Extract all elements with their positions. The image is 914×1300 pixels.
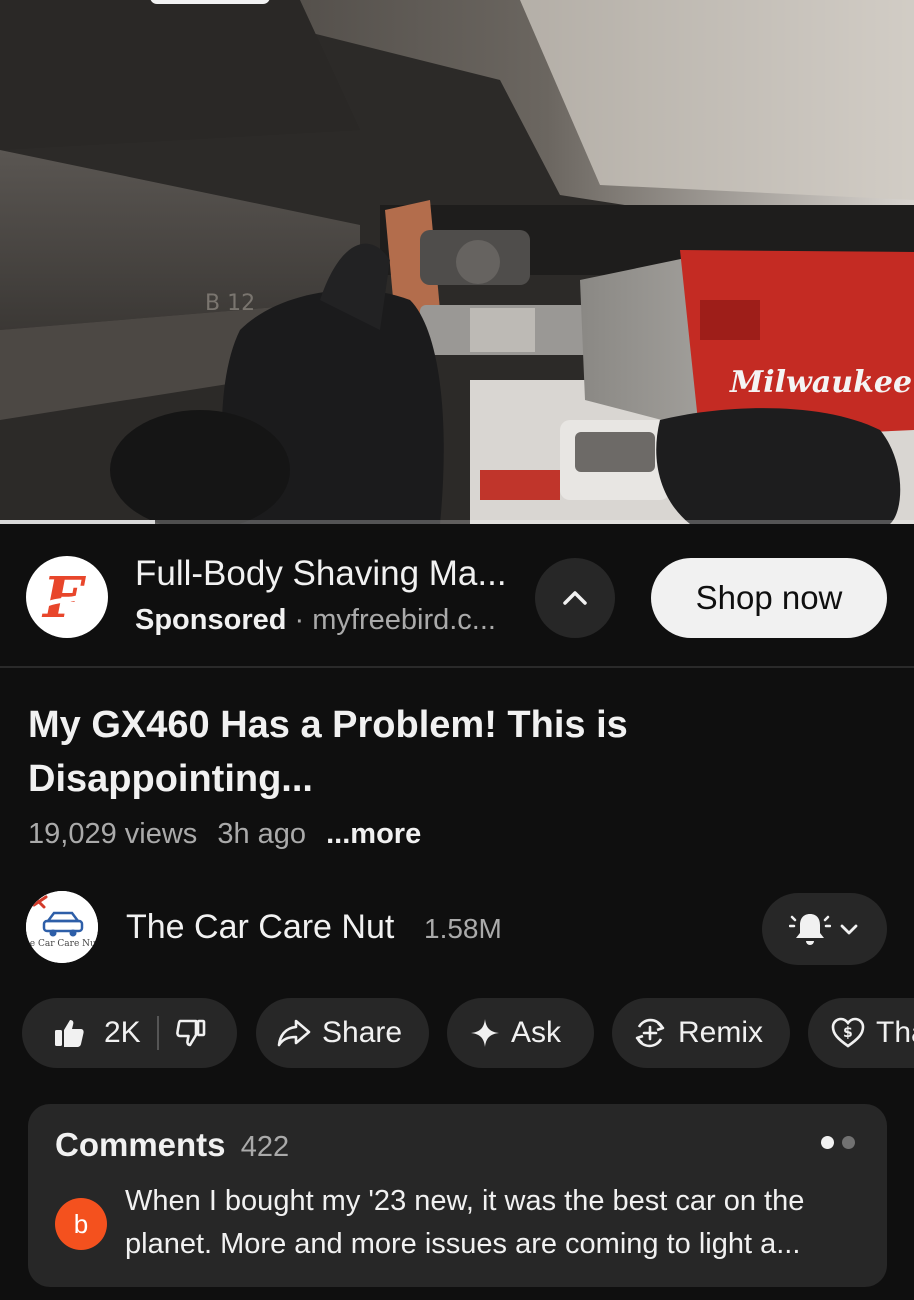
pager-dot bbox=[842, 1136, 855, 1149]
thumbs-down-icon bbox=[175, 1019, 206, 1047]
action-bar: 2K Share Ask Remix $ Th bbox=[22, 998, 914, 1068]
svg-text:he Car Care Nu: he Car Care Nu bbox=[26, 939, 96, 949]
pager-dot-active bbox=[821, 1136, 834, 1149]
ad-domain[interactable]: myfreebird.c... bbox=[312, 604, 496, 636]
share-button[interactable]: Share bbox=[256, 998, 429, 1068]
comments-panel[interactable]: Comments 422 b When I bought my '23 new,… bbox=[28, 1104, 887, 1287]
ask-button[interactable]: Ask bbox=[447, 998, 594, 1068]
thanks-button[interactable]: $ Tha bbox=[808, 998, 914, 1068]
heart-dollar-icon: $ bbox=[831, 1017, 865, 1048]
comments-label: Comments bbox=[55, 1126, 226, 1163]
comment-text[interactable]: When I bought my '23 new, it was the bes… bbox=[125, 1180, 865, 1266]
sponsored-ad[interactable]: F Full-Body Shaving Ma... Sponsored · my… bbox=[0, 524, 914, 668]
ask-label: Ask bbox=[511, 1016, 562, 1049]
sponsored-label: Sponsored bbox=[135, 604, 287, 636]
ad-meta: Sponsored · myfreebird.c... bbox=[135, 604, 496, 637]
like-divider bbox=[156, 1016, 159, 1050]
ad-title[interactable]: Full-Body Shaving Ma... bbox=[135, 554, 507, 594]
freebird-logo-icon: F bbox=[41, 565, 88, 629]
status-indicator bbox=[150, 0, 270, 4]
view-count: 19,029 views bbox=[28, 818, 198, 850]
channel-name[interactable]: The Car Care Nut bbox=[126, 908, 394, 947]
upload-age: 3h ago bbox=[217, 818, 307, 850]
video-frame: B 12 Milwaukee bbox=[0, 0, 914, 524]
shop-now-button[interactable]: Shop now bbox=[651, 558, 887, 638]
like-button[interactable] bbox=[52, 1016, 86, 1050]
remix-button[interactable]: Remix bbox=[612, 998, 790, 1068]
video-meta[interactable]: 19,029 views 3h ago ...more bbox=[28, 818, 433, 851]
meta-separator: · bbox=[294, 604, 305, 636]
frame-stamp: B 12 bbox=[205, 291, 255, 316]
bell-icon bbox=[788, 914, 831, 945]
remix-icon bbox=[635, 1018, 665, 1048]
share-label: Share bbox=[322, 1016, 403, 1049]
svg-text:$: $ bbox=[843, 1025, 853, 1041]
thumbs-up-icon bbox=[55, 1020, 84, 1047]
like-dislike-chip: 2K bbox=[22, 998, 237, 1068]
share-arrow-icon bbox=[277, 1019, 311, 1047]
comments-header: Comments 422 bbox=[55, 1126, 289, 1164]
more-link[interactable]: ...more bbox=[326, 818, 421, 850]
notification-settings-button[interactable] bbox=[762, 893, 887, 965]
comments-count: 422 bbox=[240, 1131, 290, 1163]
chevron-down-icon bbox=[840, 924, 857, 935]
car-care-nut-logo-icon: he Car Care Nu bbox=[26, 891, 98, 963]
subscriber-count: 1.58M bbox=[424, 913, 502, 944]
tool-brand-logo: Milwaukee bbox=[729, 365, 912, 400]
video-player[interactable]: B 12 Milwaukee bbox=[0, 0, 914, 524]
commenter-avatar[interactable]: b bbox=[55, 1198, 107, 1250]
comments-pager bbox=[821, 1136, 855, 1149]
video-title[interactable]: My GX460 Has a Problem! This is Disappoi… bbox=[28, 698, 868, 806]
chevron-up-icon bbox=[563, 591, 587, 605]
dislike-button[interactable] bbox=[175, 1017, 207, 1049]
remix-label: Remix bbox=[678, 1016, 764, 1049]
collapse-ad-button[interactable] bbox=[535, 558, 615, 638]
sparkle-icon bbox=[471, 1019, 499, 1047]
thanks-label: Tha bbox=[876, 1016, 914, 1049]
like-count: 2K bbox=[104, 1016, 141, 1049]
advertiser-logo[interactable]: F bbox=[26, 556, 108, 638]
channel-avatar[interactable]: he Car Care Nu bbox=[26, 891, 98, 963]
